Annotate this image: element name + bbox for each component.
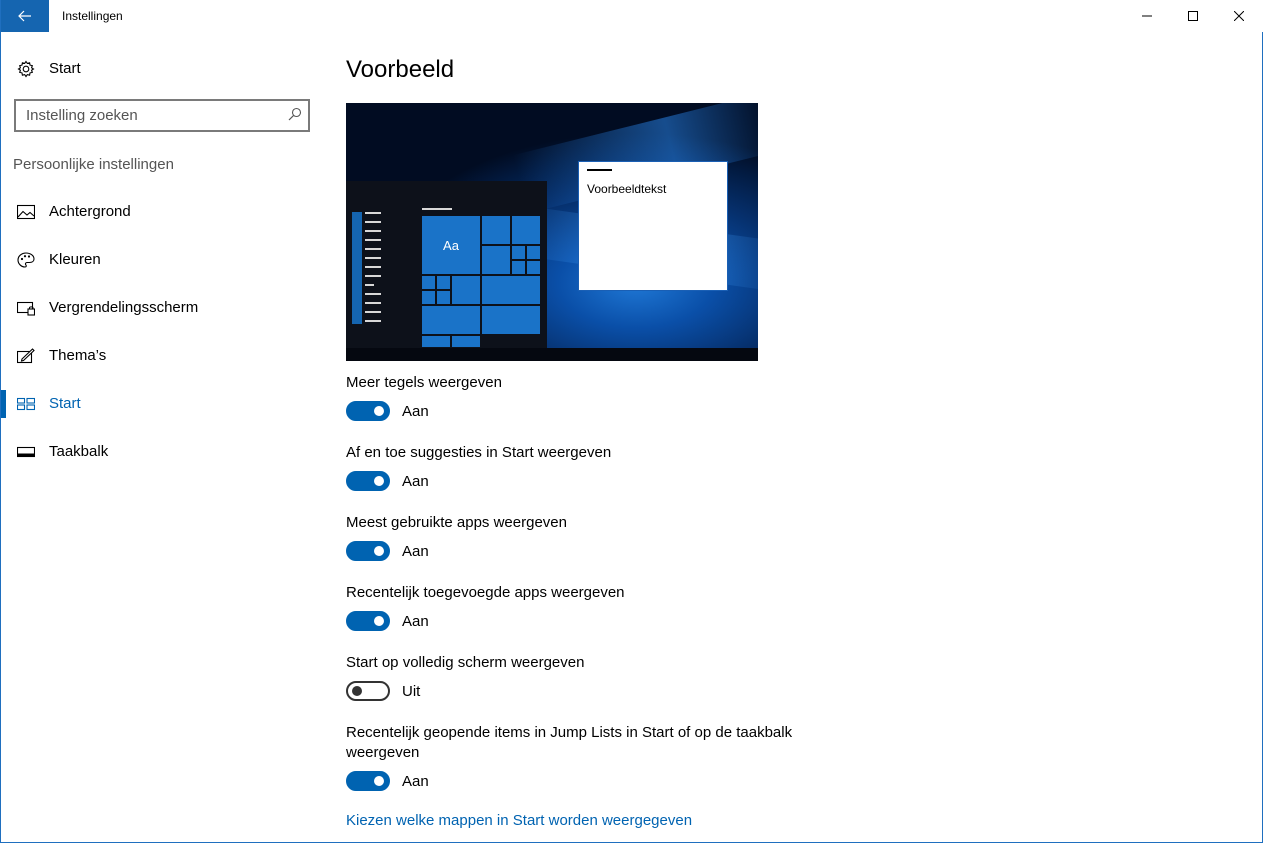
sidebar-item-start[interactable]: Start — [1, 382, 323, 426]
setting-label: Meest gebruikte apps weergeven — [346, 514, 567, 531]
lockscreen-icon — [17, 301, 35, 316]
sidebar-home[interactable]: Start — [1, 52, 323, 86]
sidebar-home-label: Start — [49, 60, 81, 77]
toggle-state: Aan — [402, 473, 429, 490]
sidebar-item-kleuren[interactable]: Kleuren — [1, 238, 323, 282]
window-title: Instellingen — [62, 9, 123, 23]
maximize-button[interactable] — [1170, 0, 1216, 32]
start-icon — [17, 397, 35, 411]
palette-icon — [17, 252, 35, 268]
toggle-state: Aan — [402, 773, 429, 790]
themes-icon — [17, 348, 35, 364]
gear-icon — [17, 60, 35, 78]
minimize-button[interactable] — [1124, 0, 1170, 32]
start-preview-image: Aa Voorbeeldtekst — [346, 103, 758, 361]
section-header: Persoonlijke instellingen — [13, 156, 174, 173]
title-bar: Instellingen — [1, 0, 1263, 32]
sidebar-item-label: Achtergrond — [49, 203, 131, 220]
picture-icon — [17, 204, 35, 220]
taskbar-icon — [17, 446, 35, 458]
back-arrow-icon — [18, 10, 31, 22]
preview-sample-text: Voorbeeldtekst — [587, 182, 667, 196]
close-button[interactable] — [1216, 0, 1262, 32]
preview-tile-aa: Aa — [421, 215, 481, 275]
sidebar-item-achtergrond[interactable]: Achtergrond — [1, 190, 323, 234]
sidebar-item-label: Start — [49, 395, 81, 412]
sidebar-item-taakbalk[interactable]: Taakbalk — [1, 430, 323, 474]
preview-start-menu: Aa — [346, 181, 547, 348]
toggle-state: Aan — [402, 613, 429, 630]
selection-indicator — [1, 390, 6, 418]
toggle-state: Aan — [402, 543, 429, 560]
sidebar: Start Persoonlijke instellingen Achtergr… — [1, 32, 323, 843]
toggle-switch[interactable] — [346, 401, 390, 421]
maximize-icon — [1188, 11, 1198, 21]
search-box — [14, 99, 310, 132]
sidebar-item-label: Thema’s — [49, 347, 107, 364]
toggle-switch[interactable] — [346, 471, 390, 491]
setting-label: Start op volledig scherm weergeven — [346, 654, 585, 671]
preview-sample-window: Voorbeeldtekst — [578, 161, 728, 291]
toggle-switch[interactable] — [346, 611, 390, 631]
minimize-icon — [1142, 15, 1152, 17]
main-content: Voorbeeld Aa Voorbeeldtekst Meer tegels … — [346, 32, 1246, 843]
setting-label: Meer tegels weergeven — [346, 374, 502, 391]
sidebar-item-vergrendelingsscherm[interactable]: Vergrendelingsscherm — [1, 286, 323, 330]
toggle-state: Aan — [402, 403, 429, 420]
sidebar-item-themas[interactable]: Thema’s — [1, 334, 323, 378]
toggle-state: Uit — [402, 683, 421, 700]
setting-label: Recentelijk toegevoegde apps weergeven — [346, 584, 625, 601]
settings-window: Instellingen Start Persoonlijke inst — [0, 0, 1263, 843]
preview-taskbar — [346, 348, 758, 361]
search-icon[interactable] — [288, 107, 302, 121]
setting-label: Recentelijk geopende items in Jump Lists… — [346, 724, 793, 761]
sidebar-item-label: Kleuren — [49, 251, 101, 268]
back-button[interactable] — [1, 0, 49, 32]
sidebar-item-label: Vergrendelingsscherm — [49, 299, 199, 316]
search-input[interactable] — [16, 101, 276, 130]
setting-label: Af en toe suggesties in Start weergeven — [346, 444, 612, 461]
toggle-switch[interactable] — [346, 541, 390, 561]
choose-folders-link[interactable]: Kiezen welke mappen in Start worden weer… — [346, 812, 692, 829]
toggle-switch[interactable] — [346, 771, 390, 791]
close-icon — [1234, 11, 1244, 21]
sidebar-item-label: Taakbalk — [49, 443, 109, 460]
toggle-switch[interactable] — [346, 681, 390, 701]
page-title: Voorbeeld — [346, 56, 455, 83]
